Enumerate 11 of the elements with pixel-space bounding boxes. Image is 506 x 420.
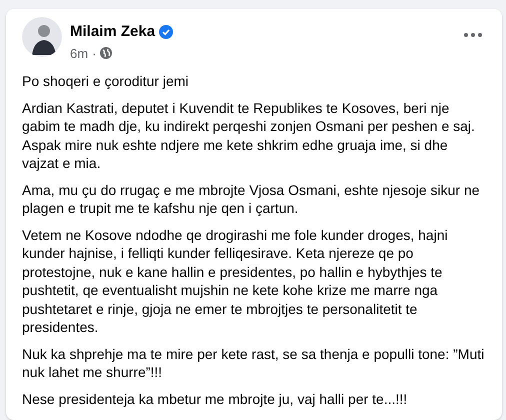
more-options-icon[interactable] bbox=[464, 33, 482, 37]
separator: · bbox=[92, 44, 96, 62]
author-name[interactable]: Milaim Zeka bbox=[70, 21, 156, 44]
post-paragraph: Po shoqeri e çoroditur jemi bbox=[22, 72, 190, 90]
post-time[interactable]: 6m bbox=[70, 44, 88, 63]
post-paragraph: Vetem ne Kosove ndodhe qe drogirashi me fole kunder droges, hajni kunder hajnise, i felliqti kunder felliqesirave. Keta njereze qe po protestojne, nuk e kane hallin e presidentes, po hallin e hybythjes te pushtetit, qe eventualisht mujshin ne kete kohe krize me marre nga pushtetaret e rinje, gjoja ne emer te mbrojtjes te personalitetit te presidentes. bbox=[22, 226, 449, 336]
avatar[interactable] bbox=[22, 17, 62, 57]
post-paragraph: Ama, mu çu do rrugaç e me mbrojte Vjosa Osmani, eshte njesoje sikur ne plagen e trupit me te kafshu nje qen i çartun. bbox=[22, 180, 481, 218]
post-paragraph: Ardian Kastrati, deputet i Kuvendit te Republikes te Kosoves, beri nje gabim te madh dje, ku indirekt perqeshi zonjen Osmani per peshen e saj. Aspak mire nuk eshte ndjere me kete shkrim edhe gruaja ime, si dhe vajzat e mia. bbox=[22, 98, 476, 172]
post-paragraph: Nuk ka shprehje ma te mire per kete rast, se sa thenja e populli tone: ”Muti nuk lahet me shurre”!!! bbox=[22, 344, 486, 382]
post-paragraph: Nese presidenteja ka mbetur me mbrojte ju, vaj halli per te...!!! bbox=[22, 390, 408, 408]
